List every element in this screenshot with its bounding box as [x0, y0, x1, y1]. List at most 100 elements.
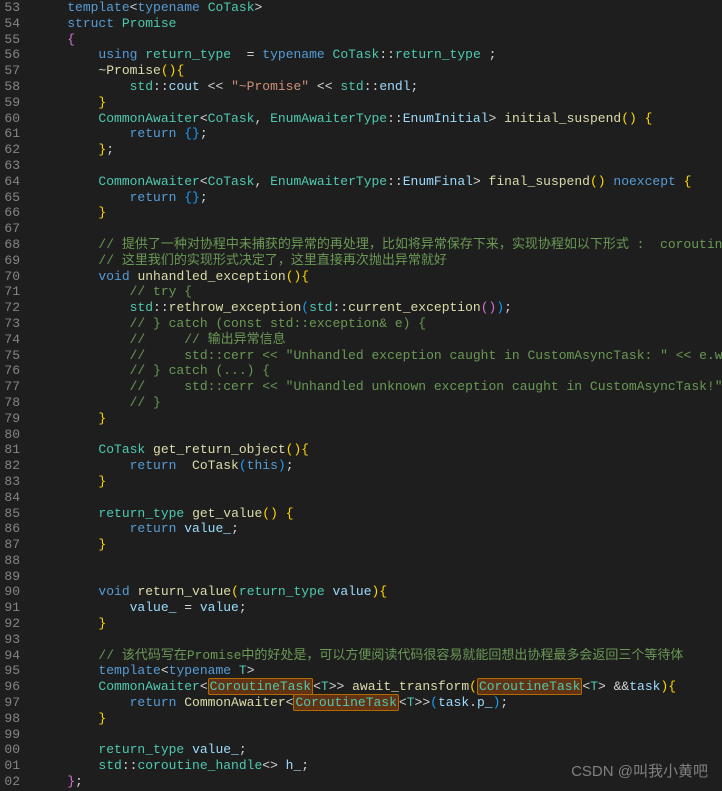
- line-number: 99: [0, 727, 20, 743]
- line-number: 83: [0, 474, 20, 490]
- line-number: 69: [0, 253, 20, 269]
- code-line[interactable]: [36, 490, 722, 506]
- code-line[interactable]: void unhandled_exception(){: [36, 269, 722, 285]
- line-number: 75: [0, 348, 20, 364]
- code-line[interactable]: return CommonAwaiter<CoroutineTask<T>>(t…: [36, 695, 722, 711]
- code-line[interactable]: // }: [36, 395, 722, 411]
- line-number: 84: [0, 490, 20, 506]
- line-number: 96: [0, 679, 20, 695]
- line-number: 56: [0, 47, 20, 63]
- code-line[interactable]: template<typename T>: [36, 663, 722, 679]
- code-line[interactable]: void return_value(return_type value){: [36, 584, 722, 600]
- line-number: 62: [0, 142, 20, 158]
- code-line[interactable]: [36, 553, 722, 569]
- line-number: 02: [0, 774, 20, 790]
- line-number: 68: [0, 237, 20, 253]
- line-number: 90: [0, 584, 20, 600]
- line-number: 00: [0, 742, 20, 758]
- line-number: 95: [0, 663, 20, 679]
- code-line[interactable]: [36, 221, 722, 237]
- line-number: 61: [0, 126, 20, 142]
- code-line[interactable]: // // 输出异常信息: [36, 332, 722, 348]
- line-number: 59: [0, 95, 20, 111]
- line-number: 91: [0, 600, 20, 616]
- line-number: 01: [0, 758, 20, 774]
- watermark-text: CSDN @叫我小黄吧: [571, 760, 708, 781]
- code-area[interactable]: template<typename CoTask> struct Promise…: [28, 0, 722, 791]
- code-line[interactable]: // } catch (const std::exception& e) {: [36, 316, 722, 332]
- line-number: 77: [0, 379, 20, 395]
- code-line[interactable]: return_type value_;: [36, 742, 722, 758]
- code-line[interactable]: return CoTask(this);: [36, 458, 722, 474]
- line-number: 98: [0, 711, 20, 727]
- line-number: 93: [0, 632, 20, 648]
- code-line[interactable]: value_ = value;: [36, 600, 722, 616]
- line-number: 64: [0, 174, 20, 190]
- code-line[interactable]: return {};: [36, 126, 722, 142]
- code-line[interactable]: }: [36, 95, 722, 111]
- code-line[interactable]: // } catch (...) {: [36, 363, 722, 379]
- line-number: 86: [0, 521, 20, 537]
- line-number: 79: [0, 411, 20, 427]
- line-number: 54: [0, 16, 20, 32]
- code-line[interactable]: CommonAwaiter<CoTask, EnumAwaiterType::E…: [36, 111, 722, 127]
- line-number: 65: [0, 190, 20, 206]
- code-line[interactable]: // 提供了一种对协程中未捕获的异常的再处理，比如将异常保存下来，实现协程如以下…: [36, 237, 722, 253]
- code-line[interactable]: }: [36, 616, 722, 632]
- code-line[interactable]: [36, 427, 722, 443]
- code-line[interactable]: using return_type = typename CoTask::ret…: [36, 47, 722, 63]
- line-number: 92: [0, 616, 20, 632]
- line-number: 81: [0, 442, 20, 458]
- code-line[interactable]: // std::cerr << "Unhandled exception cau…: [36, 348, 722, 364]
- line-number: 67: [0, 221, 20, 237]
- line-number: 78: [0, 395, 20, 411]
- code-line[interactable]: CommonAwaiter<CoroutineTask<T>> await_tr…: [36, 679, 722, 695]
- code-line[interactable]: struct Promise: [36, 16, 722, 32]
- code-line[interactable]: }: [36, 205, 722, 221]
- code-line[interactable]: [36, 569, 722, 585]
- code-line[interactable]: return_type get_value() {: [36, 506, 722, 522]
- line-number: 72: [0, 300, 20, 316]
- code-line[interactable]: // 这里我们的实现形式决定了，这里直接再次抛出异常就好: [36, 253, 722, 269]
- code-line[interactable]: }: [36, 474, 722, 490]
- code-line[interactable]: {: [36, 32, 722, 48]
- code-line[interactable]: }: [36, 537, 722, 553]
- line-number: 57: [0, 63, 20, 79]
- code-line[interactable]: template<typename CoTask>: [36, 0, 722, 16]
- code-editor[interactable]: 5354555657585960616263646566676869707172…: [0, 0, 722, 791]
- line-number: 85: [0, 506, 20, 522]
- code-line[interactable]: CoTask get_return_object(){: [36, 442, 722, 458]
- line-number: 87: [0, 537, 20, 553]
- code-line[interactable]: std::cout << "~Promise" << std::endl;: [36, 79, 722, 95]
- code-line[interactable]: // try {: [36, 284, 722, 300]
- code-line[interactable]: };: [36, 142, 722, 158]
- line-number: 80: [0, 427, 20, 443]
- code-line[interactable]: // 该代码写在Promise中的好处是，可以方便阅读代码很容易就能回想出协程最…: [36, 648, 722, 664]
- line-number: 94: [0, 648, 20, 664]
- line-number: 60: [0, 111, 20, 127]
- code-line[interactable]: return {};: [36, 190, 722, 206]
- line-number: 89: [0, 569, 20, 585]
- code-line[interactable]: [36, 158, 722, 174]
- code-line[interactable]: [36, 727, 722, 743]
- line-number: 82: [0, 458, 20, 474]
- line-number: 63: [0, 158, 20, 174]
- code-line[interactable]: std::rethrow_exception(std::current_exce…: [36, 300, 722, 316]
- code-line[interactable]: CommonAwaiter<CoTask, EnumAwaiterType::E…: [36, 174, 722, 190]
- line-number: 97: [0, 695, 20, 711]
- code-line[interactable]: // std::cerr << "Unhandled unknown excep…: [36, 379, 722, 395]
- line-number-gutter: 5354555657585960616263646566676869707172…: [0, 0, 28, 791]
- code-line[interactable]: [36, 632, 722, 648]
- line-number: 73: [0, 316, 20, 332]
- line-number: 76: [0, 363, 20, 379]
- line-number: 74: [0, 332, 20, 348]
- line-number: 70: [0, 269, 20, 285]
- line-number: 88: [0, 553, 20, 569]
- line-number: 55: [0, 32, 20, 48]
- code-line[interactable]: }: [36, 411, 722, 427]
- line-number: 58: [0, 79, 20, 95]
- code-line[interactable]: }: [36, 711, 722, 727]
- line-number: 66: [0, 205, 20, 221]
- code-line[interactable]: return value_;: [36, 521, 722, 537]
- code-line[interactable]: ~Promise(){: [36, 63, 722, 79]
